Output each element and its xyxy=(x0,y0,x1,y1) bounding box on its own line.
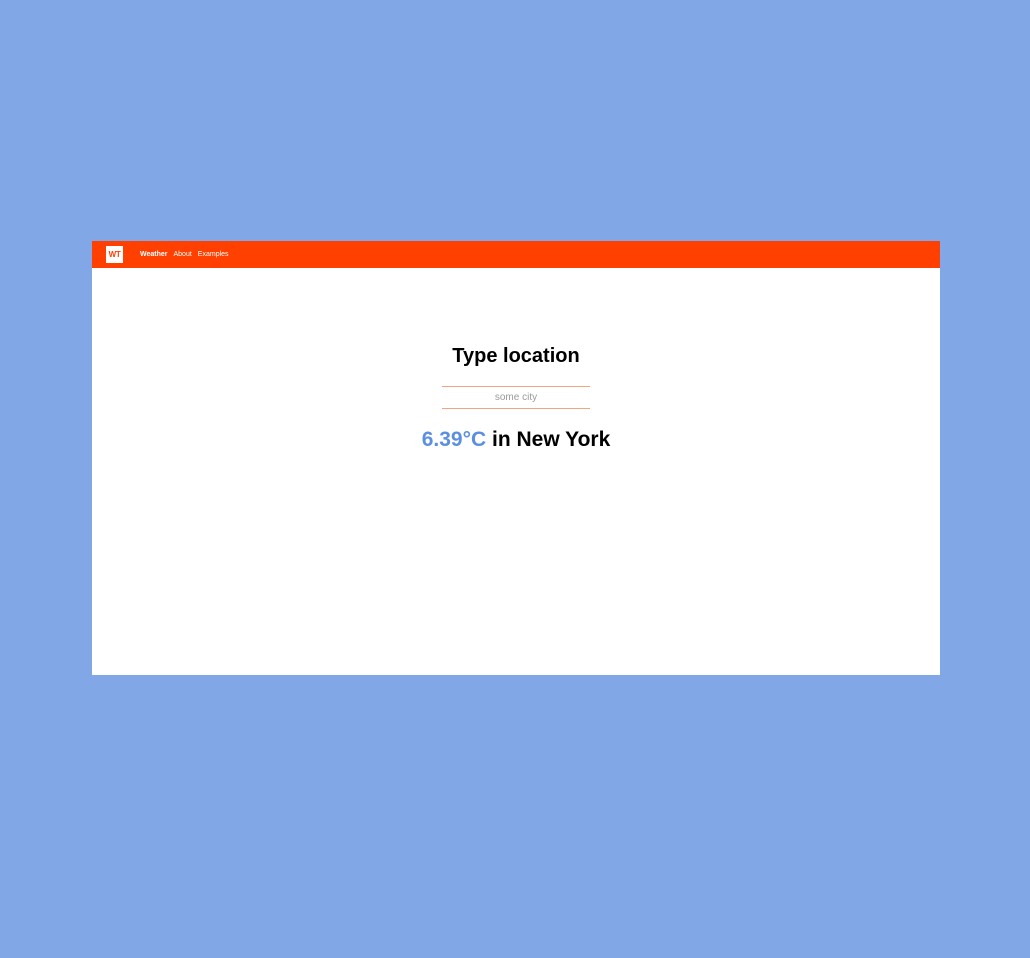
temperature-value: 6.39°C xyxy=(421,428,487,451)
location-text: in New York xyxy=(492,428,611,451)
app-window: WT Weather About Examples Type location … xyxy=(92,241,940,675)
weather-result: 6.39°C in New York xyxy=(92,428,940,452)
nav-link-examples[interactable]: Examples xyxy=(198,251,229,258)
location-input[interactable] xyxy=(442,386,590,409)
nav-link-weather[interactable]: Weather xyxy=(140,251,168,258)
logo[interactable]: WT xyxy=(106,246,123,263)
nav-link-about[interactable]: About xyxy=(174,251,192,258)
navbar: WT Weather About Examples xyxy=(92,241,940,268)
page-title: Type location xyxy=(452,345,580,367)
main-content: Type location 6.39°C in New York xyxy=(92,268,940,675)
